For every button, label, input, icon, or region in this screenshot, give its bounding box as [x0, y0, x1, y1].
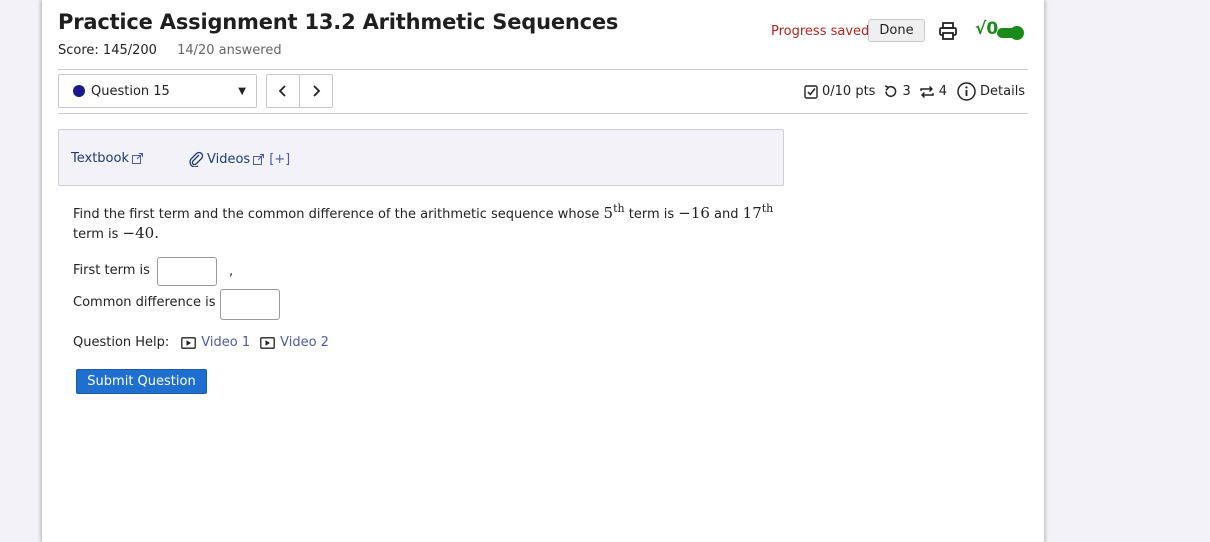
question-help: Question Help: Video 1 Video 2: [73, 335, 339, 350]
common-difference-label: Common difference is: [73, 295, 216, 310]
progress-status: Progress saved: [771, 24, 870, 39]
attempts-count: 4: [938, 84, 948, 99]
page-title: Practice Assignment 13.2 Arithmetic Sequ…: [58, 10, 619, 34]
checkbox-points-icon: [804, 84, 818, 99]
paperclip-icon: [189, 151, 204, 167]
question-text-part: Find the first term and the common diffe…: [73, 207, 604, 222]
common-difference-input[interactable]: [220, 289, 280, 320]
score-line: Score: 145/200 14/20 answered: [58, 43, 282, 58]
videos-expand-toggle[interactable]: [+]: [269, 152, 290, 167]
term-value: −40: [122, 224, 155, 242]
header-divider: [58, 69, 1028, 70]
print-icon[interactable]: [938, 21, 958, 41]
previous-question-button[interactable]: [266, 74, 300, 108]
external-link-icon: [131, 153, 143, 164]
video-1-link[interactable]: Video 1: [181, 335, 250, 350]
question-text-part: .: [154, 224, 159, 242]
details-label: Details: [980, 84, 1026, 99]
question-help-label: Question Help:: [73, 335, 170, 350]
resources-panel: Textbook Videos [+]: [58, 129, 784, 186]
term-index: 17: [742, 204, 762, 222]
retries-count: 3: [902, 84, 911, 99]
question-text-part: term is: [624, 207, 679, 222]
math-input-icon: √0: [975, 19, 999, 39]
details-link[interactable]: Details: [957, 82, 1025, 101]
term-value: −16: [678, 204, 710, 222]
chevron-right-icon: [313, 85, 321, 97]
question-selector-label: Question 15: [91, 83, 170, 99]
dropdown-caret-icon: ▼: [238, 86, 246, 97]
video-2-label: Video 2: [280, 335, 329, 350]
first-term-input[interactable]: [157, 257, 217, 286]
question-text-part: and: [709, 207, 743, 222]
videos-label: Videos: [207, 151, 251, 167]
question-selector[interactable]: Question 15 ▼: [58, 74, 257, 108]
answered-count: 14/20 answered: [177, 43, 282, 58]
math-term: 17th: [742, 202, 774, 222]
first-term-label: First term is: [73, 263, 150, 278]
video-1-label: Video 1: [201, 335, 251, 350]
math-term: 5th: [603, 202, 625, 222]
math-toggle-switch[interactable]: [997, 25, 1025, 40]
retry-icon: [885, 85, 897, 97]
videos-link[interactable]: Videos [+]: [188, 151, 290, 167]
score-text: Score: 145/200: [58, 43, 157, 58]
attempts-icon: [920, 85, 934, 98]
assignment-card: Practice Assignment 13.2 Arithmetic Sequ…: [42, 0, 1044, 542]
question-text: Find the first term and the common diffe…: [73, 200, 793, 244]
next-question-button[interactable]: [299, 74, 333, 108]
done-button[interactable]: Done: [868, 19, 925, 42]
question-status-dot: [73, 85, 85, 97]
video-play-icon: [181, 336, 197, 349]
external-link-icon: [253, 153, 265, 165]
term-index: 5: [603, 204, 614, 222]
answer-separator: ,: [229, 264, 234, 279]
textbook-label: Textbook: [71, 151, 129, 166]
submit-question-button[interactable]: Submit Question: [76, 369, 207, 394]
ordinal-suffix: th: [761, 202, 774, 215]
question-meta: 0/10 pts 3 4 Details: [804, 82, 1025, 101]
points-text: 0/10 pts: [822, 84, 876, 99]
meta-divider: [58, 113, 1028, 114]
info-icon: [957, 82, 976, 101]
video-play-icon: [260, 336, 275, 349]
video-2-link[interactable]: Video 2: [260, 335, 329, 350]
question-text-part: term is: [73, 227, 123, 242]
ordinal-suffix: th: [613, 202, 625, 215]
chevron-left-icon: [278, 85, 286, 97]
textbook-link[interactable]: Textbook: [71, 151, 143, 166]
